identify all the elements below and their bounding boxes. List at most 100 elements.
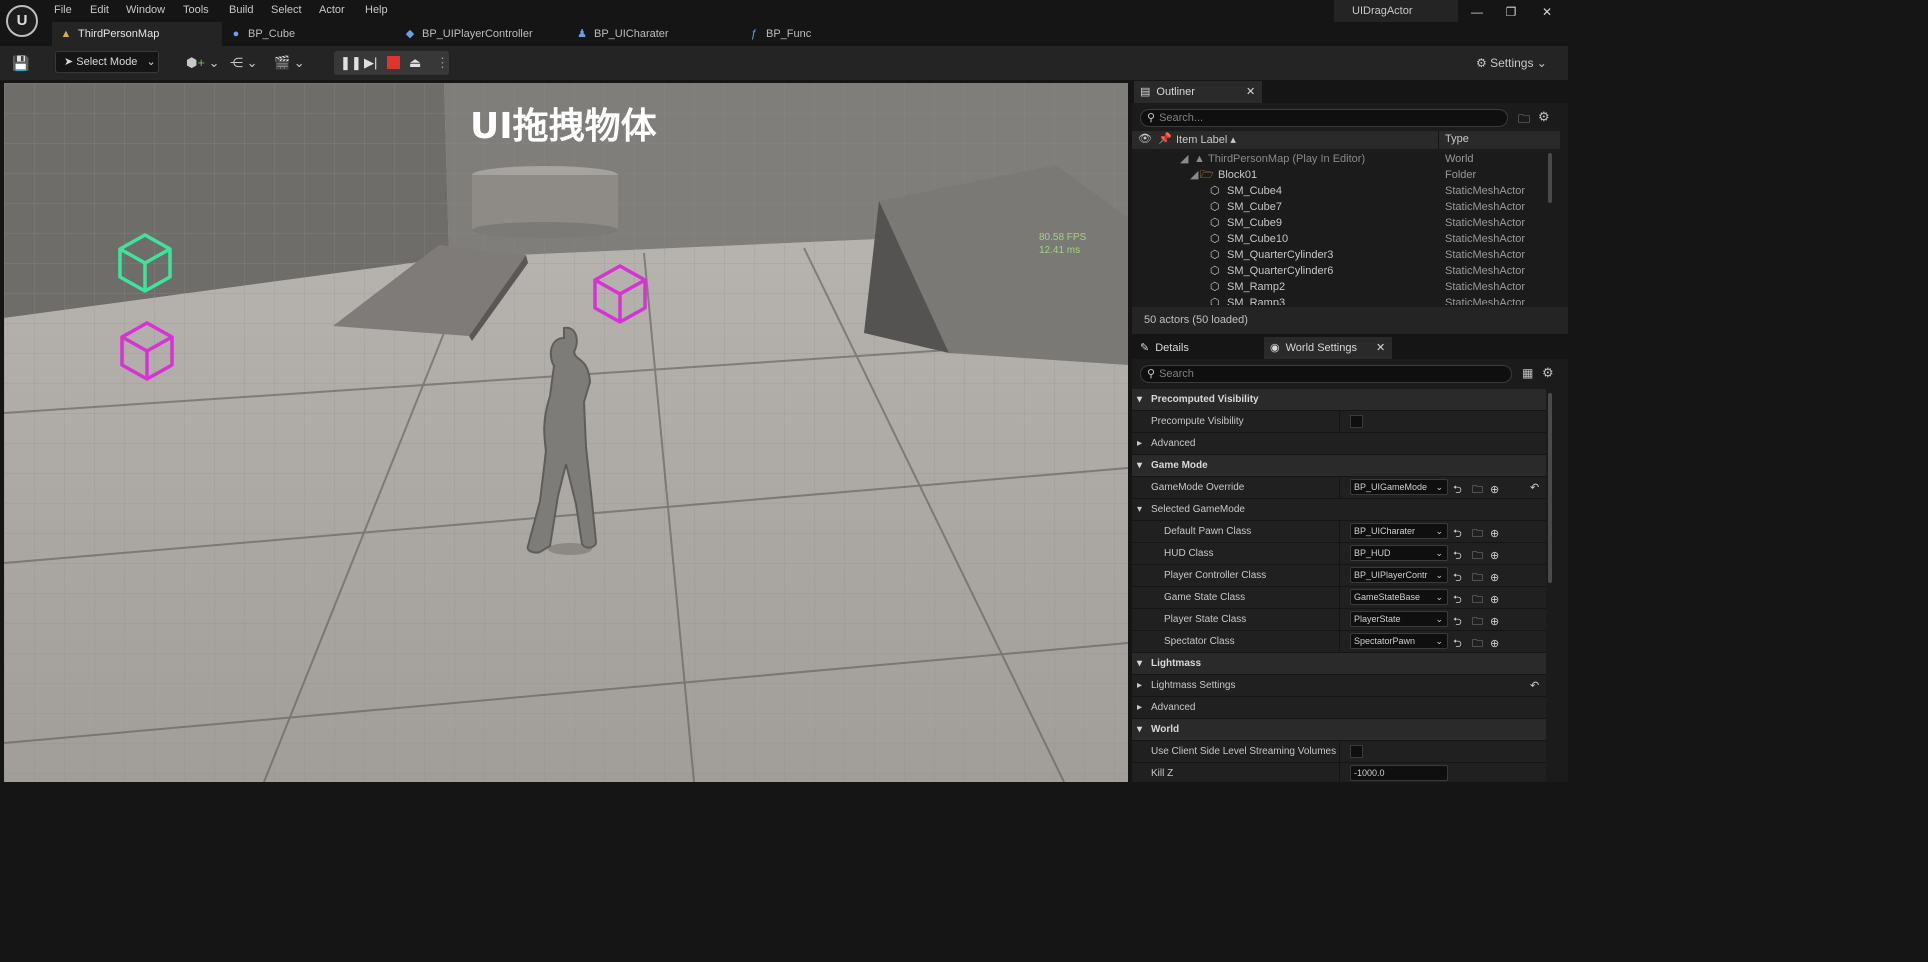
add-icon[interactable]: ⊕: [1490, 612, 1499, 633]
menu-actor[interactable]: Actor: [319, 2, 345, 18]
outliner-search-input[interactable]: ⚲ Search...: [1140, 109, 1508, 127]
menu-build[interactable]: Build: [229, 2, 253, 18]
browse-folder-icon[interactable]: 🗀: [1472, 546, 1483, 567]
menu-file[interactable]: File: [54, 2, 72, 18]
browse-folder-icon[interactable]: 🗀: [1472, 612, 1483, 633]
use-selected-icon[interactable]: ⮌: [1453, 546, 1462, 567]
outliner-row-actor[interactable]: ⬡ SM_Ramp3 StaticMeshActor: [1132, 295, 1552, 305]
class-dropdown[interactable]: BP_UIPlayerContr ⌄: [1350, 567, 1448, 583]
tab-details[interactable]: ✎ Details: [1134, 337, 1262, 359]
gear-icon[interactable]: ⚙: [1538, 109, 1550, 125]
add-icon[interactable]: ⊕: [1490, 634, 1499, 655]
select-mode-dropdown[interactable]: ➤ Select Mode ⌄: [55, 51, 159, 73]
details-search-input[interactable]: ⚲ Search: [1140, 365, 1512, 383]
eject-icon[interactable]: ⏏: [409, 53, 421, 73]
pause-icon[interactable]: ❚❚: [340, 53, 362, 73]
use-selected-icon[interactable]: ⮌: [1453, 524, 1462, 545]
outliner-row-actor[interactable]: ⬡ SM_Cube4 StaticMeshActor: [1132, 183, 1552, 199]
class-dropdown[interactable]: GameStateBase ⌄: [1350, 589, 1448, 605]
class-dropdown[interactable]: SpectatorPawn ⌄: [1350, 633, 1448, 649]
use-selected-icon[interactable]: ⮌: [1453, 590, 1462, 611]
add-icon[interactable]: ⊕: [1490, 590, 1499, 611]
outliner-row-actor[interactable]: ⬡ SM_Cube7 StaticMeshActor: [1132, 199, 1552, 215]
add-icon[interactable]: ⊕: [1490, 568, 1499, 589]
class-dropdown[interactable]: BP_UICharater ⌄: [1350, 523, 1448, 539]
expand-arrow-icon[interactable]: ◢: [1190, 167, 1198, 183]
add-icon[interactable]: ⊕: [1490, 480, 1499, 501]
browse-folder-icon[interactable]: 🗀: [1472, 480, 1483, 501]
outliner-row-folder[interactable]: ◢ 🗁 Block01 Folder: [1132, 167, 1552, 183]
close-window-icon[interactable]: ✕: [1532, 2, 1562, 22]
add-icon[interactable]: ⊕: [1490, 524, 1499, 545]
minimize-icon[interactable]: —: [1462, 2, 1492, 22]
menu-tools[interactable]: Tools: [183, 2, 209, 18]
unreal-logo-icon[interactable]: U: [6, 5, 38, 37]
tab-bp-uicharater[interactable]: ♟ BP_UICharater: [568, 22, 740, 46]
tab-world-settings[interactable]: ◉ World Settings ✕: [1264, 337, 1392, 359]
outliner-row-actor[interactable]: ⬡ SM_Cube10 StaticMeshActor: [1132, 231, 1552, 247]
tab-outliner[interactable]: ▤ Outliner ✕: [1134, 81, 1262, 103]
close-icon[interactable]: ✕: [1246, 81, 1255, 103]
menu-select[interactable]: Select: [271, 2, 302, 18]
subsection-advanced[interactable]: ▸ Advanced: [1132, 433, 1546, 455]
subsection-advanced-lightmass[interactable]: ▸ Advanced: [1132, 697, 1546, 719]
column-item-label[interactable]: Item Label ▴: [1176, 133, 1236, 146]
use-selected-icon[interactable]: ⮌: [1453, 612, 1462, 633]
frame-skip-icon[interactable]: ▶|: [364, 53, 377, 73]
menu-edit[interactable]: Edit: [90, 2, 109, 18]
close-icon[interactable]: ✕: [1376, 337, 1385, 359]
subsection-lightmass-settings[interactable]: ▸ Lightmass Settings: [1132, 675, 1546, 697]
use-client-side-checkbox[interactable]: [1350, 745, 1363, 758]
outliner-row-actor[interactable]: ⬡ SM_Cube9 StaticMeshActor: [1132, 215, 1552, 231]
tab-thirdpersonmap[interactable]: ▲ ThirdPersonMap: [52, 22, 222, 46]
more-options-icon[interactable]: ⋮: [436, 53, 449, 73]
section-lightmass[interactable]: ▾ Lightmass: [1132, 653, 1546, 675]
outliner-scrollbar[interactable]: [1548, 153, 1552, 203]
add-actor-icon[interactable]: ⬢+ ⌄: [186, 53, 219, 73]
expand-arrow-icon[interactable]: ◢: [1180, 151, 1188, 167]
restore-icon[interactable]: ❐: [1496, 2, 1526, 22]
settings-button[interactable]: ⚙ Settings ⌄: [1476, 53, 1547, 73]
gear-icon[interactable]: ⚙: [1542, 365, 1554, 381]
outliner-row-actor[interactable]: ⬡ SM_Ramp2 StaticMeshActor: [1132, 279, 1552, 295]
precompute-visibility-checkbox[interactable]: [1350, 415, 1363, 428]
add-icon[interactable]: ⊕: [1490, 546, 1499, 567]
use-selected-icon[interactable]: ⮌: [1453, 634, 1462, 655]
browse-folder-icon[interactable]: 🗀: [1472, 634, 1483, 655]
reset-to-default-icon[interactable]: ↶: [1530, 481, 1539, 494]
outliner-row-actor[interactable]: ⬡ SM_QuarterCylinder3 StaticMeshActor: [1132, 247, 1552, 263]
visibility-eye-icon[interactable]: 👁: [1138, 132, 1152, 145]
browse-folder-icon[interactable]: 🗀: [1472, 568, 1483, 589]
save-icon[interactable]: 💾: [12, 53, 29, 73]
class-dropdown[interactable]: PlayerState ⌄: [1350, 611, 1448, 627]
details-scrollbar[interactable]: [1548, 393, 1552, 583]
tab-bp-func[interactable]: ƒ BP_Func: [740, 22, 912, 46]
table-view-icon[interactable]: ▦: [1522, 366, 1533, 380]
menu-window[interactable]: Window: [126, 2, 165, 18]
new-folder-icon[interactable]: 🗀: [1518, 110, 1530, 131]
gamemode-override-dropdown[interactable]: BP_UIGameMode ⌄: [1350, 479, 1448, 495]
section-world[interactable]: ▾ World: [1132, 719, 1546, 741]
reset-to-default-icon[interactable]: ↶: [1530, 679, 1539, 692]
menu-help[interactable]: Help: [365, 2, 388, 18]
tab-bp-cube[interactable]: ● BP_Cube: [222, 22, 394, 46]
outliner-row-world[interactable]: ◢ ▲ ThirdPersonMap (Play In Editor) World: [1132, 151, 1552, 167]
section-precomputed-visibility[interactable]: ▾ Precomputed Visibility: [1132, 389, 1546, 411]
blueprints-icon[interactable]: ⋲ ⌄: [230, 53, 258, 73]
outliner-row-actor[interactable]: ⬡ SM_QuarterCylinder6 StaticMeshActor: [1132, 263, 1552, 279]
cinematics-icon[interactable]: 🎬 ⌄: [274, 53, 305, 73]
tab-bp-uiplayercontroller[interactable]: ◆ BP_UIPlayerController: [396, 22, 568, 46]
class-dropdown[interactable]: BP_HUD ⌄: [1350, 545, 1448, 561]
section-game-mode[interactable]: ▾ Game Mode: [1132, 455, 1546, 477]
stop-icon[interactable]: [387, 56, 400, 69]
browse-folder-icon[interactable]: 🗀: [1472, 524, 1483, 545]
row-label: SM_Cube9: [1227, 217, 1283, 229]
browse-folder-icon[interactable]: 🗀: [1472, 590, 1483, 611]
use-selected-icon[interactable]: ⮌: [1453, 568, 1462, 589]
subsection-selected-gamemode[interactable]: ▾ Selected GameMode: [1132, 499, 1546, 521]
pin-icon[interactable]: 📌: [1158, 132, 1172, 145]
level-viewport[interactable]: UI拖拽物体 80.58 FPS 12.41 ms: [4, 83, 1128, 782]
use-selected-icon[interactable]: ⮌: [1453, 480, 1462, 501]
column-type[interactable]: Type: [1445, 133, 1469, 145]
kill-z-input[interactable]: -1000.0: [1350, 765, 1448, 781]
